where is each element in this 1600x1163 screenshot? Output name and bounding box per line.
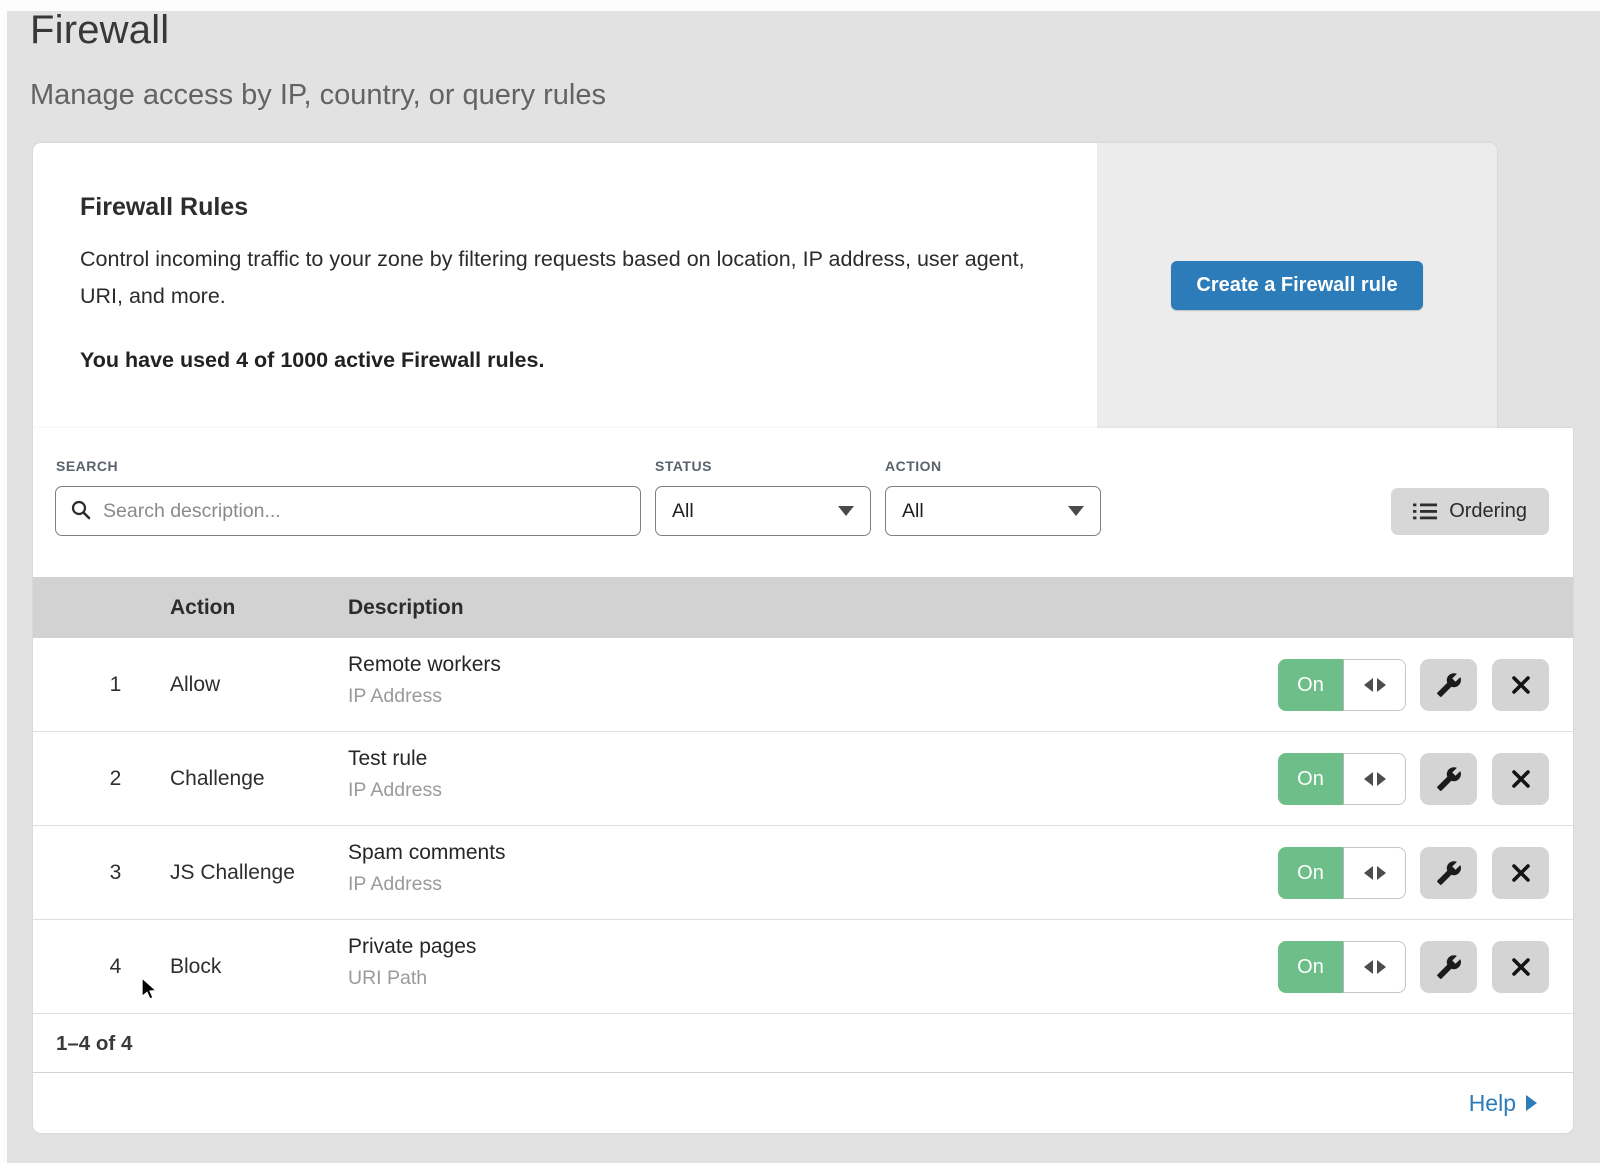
firewall-rules-card: Firewall Rules Control incoming traffic … — [33, 143, 1497, 428]
toggle-on-segment[interactable]: On — [1278, 753, 1343, 805]
rule-description-cell: Spam comments IP Address — [348, 841, 506, 896]
rule-field: IP Address — [348, 873, 506, 896]
pagination-label: 1–4 of 4 — [56, 1032, 132, 1056]
x-icon — [1509, 767, 1533, 791]
table-row: 1 Allow Remote workers IP Address On — [33, 638, 1573, 732]
wrench-icon — [1436, 954, 1462, 980]
wrench-icon — [1436, 860, 1462, 886]
search-icon — [70, 499, 92, 521]
rule-action: Block — [170, 920, 221, 1013]
rule-priority: 2 — [93, 732, 138, 825]
rule-field: URI Path — [348, 967, 476, 990]
rule-field: IP Address — [348, 685, 501, 708]
card-footer: Help — [33, 1072, 1573, 1133]
rule-priority: 3 — [93, 826, 138, 919]
rule-priority: 1 — [93, 638, 138, 731]
action-label: ACTION — [885, 458, 942, 474]
search-field-wrap — [55, 486, 641, 536]
delete-rule-button[interactable] — [1492, 847, 1549, 899]
rule-field: IP Address — [348, 779, 442, 802]
ordering-list-icon — [1413, 502, 1437, 521]
toggle-arrows-icon[interactable] — [1343, 753, 1406, 805]
rule-enable-toggle[interactable]: On — [1278, 659, 1406, 711]
help-link[interactable]: Help — [1469, 1090, 1537, 1117]
toggle-arrows-icon[interactable] — [1343, 847, 1406, 899]
status-select-value: All — [672, 500, 694, 523]
rule-description: Spam comments — [348, 841, 506, 865]
top-edge-strip — [0, 0, 1600, 11]
delete-rule-button[interactable] — [1492, 941, 1549, 993]
x-icon — [1509, 955, 1533, 979]
usage-note: You have used 4 of 1000 active Firewall … — [80, 348, 544, 373]
page-subtitle: Manage access by IP, country, or query r… — [30, 79, 606, 112]
ordering-button-label: Ordering — [1449, 500, 1527, 523]
column-header-description: Description — [348, 577, 464, 638]
action-select-value: All — [902, 500, 924, 523]
rule-description: Test rule — [348, 747, 442, 771]
rule-description-cell: Test rule IP Address — [348, 747, 442, 802]
edit-rule-button[interactable] — [1420, 753, 1477, 805]
rule-action: Challenge — [170, 732, 265, 825]
edit-rule-button[interactable] — [1420, 659, 1477, 711]
table-row: 4 Block Private pages URI Path On — [33, 920, 1573, 1014]
toggle-on-segment[interactable]: On — [1278, 847, 1343, 899]
ordering-button[interactable]: Ordering — [1391, 488, 1549, 535]
page-title: Firewall — [30, 8, 169, 53]
rule-action: Allow — [170, 638, 220, 731]
edit-rule-button[interactable] — [1420, 847, 1477, 899]
create-firewall-rule-button[interactable]: Create a Firewall rule — [1171, 261, 1422, 310]
rule-description-cell: Private pages URI Path — [348, 935, 476, 990]
delete-rule-button[interactable] — [1492, 659, 1549, 711]
rules-list-card: SEARCH STATUS ACTION All All Ordering — [33, 428, 1573, 1133]
toggle-arrows-icon[interactable] — [1343, 941, 1406, 993]
action-select[interactable]: All — [885, 486, 1101, 536]
create-rule-panel: Create a Firewall rule — [1097, 143, 1497, 428]
card-title: Firewall Rules — [80, 193, 248, 222]
rules-table-body: 1 Allow Remote workers IP Address On — [33, 638, 1573, 1014]
left-edge-strip — [0, 0, 7, 1163]
chevron-down-icon — [838, 506, 854, 516]
toggle-on-segment[interactable]: On — [1278, 941, 1343, 993]
rule-action: JS Challenge — [170, 826, 295, 919]
search-label: SEARCH — [56, 458, 118, 474]
search-input[interactable] — [55, 486, 641, 536]
wrench-icon — [1436, 672, 1462, 698]
wrench-icon — [1436, 766, 1462, 792]
x-icon — [1509, 673, 1533, 697]
edit-rule-button[interactable] — [1420, 941, 1477, 993]
table-header: Action Description — [33, 577, 1573, 638]
pagination-row: 1–4 of 4 — [33, 1015, 1573, 1072]
x-icon — [1509, 861, 1533, 885]
delete-rule-button[interactable] — [1492, 753, 1549, 805]
help-link-label: Help — [1469, 1090, 1516, 1117]
table-row: 2 Challenge Test rule IP Address On — [33, 732, 1573, 826]
firewall-page: Firewall Manage access by IP, country, o… — [0, 0, 1600, 1163]
status-select[interactable]: All — [655, 486, 871, 536]
table-row: 3 JS Challenge Spam comments IP Address … — [33, 826, 1573, 920]
rule-priority: 4 — [93, 920, 138, 1013]
toggle-arrows-icon[interactable] — [1343, 659, 1406, 711]
toggle-on-segment[interactable]: On — [1278, 659, 1343, 711]
status-label: STATUS — [655, 458, 712, 474]
help-arrow-icon — [1526, 1095, 1537, 1111]
card-description: Control incoming traffic to your zone by… — [80, 241, 1040, 315]
chevron-down-icon — [1068, 506, 1084, 516]
rule-enable-toggle[interactable]: On — [1278, 847, 1406, 899]
rule-enable-toggle[interactable]: On — [1278, 941, 1406, 993]
rule-description: Remote workers — [348, 653, 501, 677]
column-header-action: Action — [170, 577, 235, 638]
rule-description: Private pages — [348, 935, 476, 959]
rule-enable-toggle[interactable]: On — [1278, 753, 1406, 805]
rule-description-cell: Remote workers IP Address — [348, 653, 501, 708]
